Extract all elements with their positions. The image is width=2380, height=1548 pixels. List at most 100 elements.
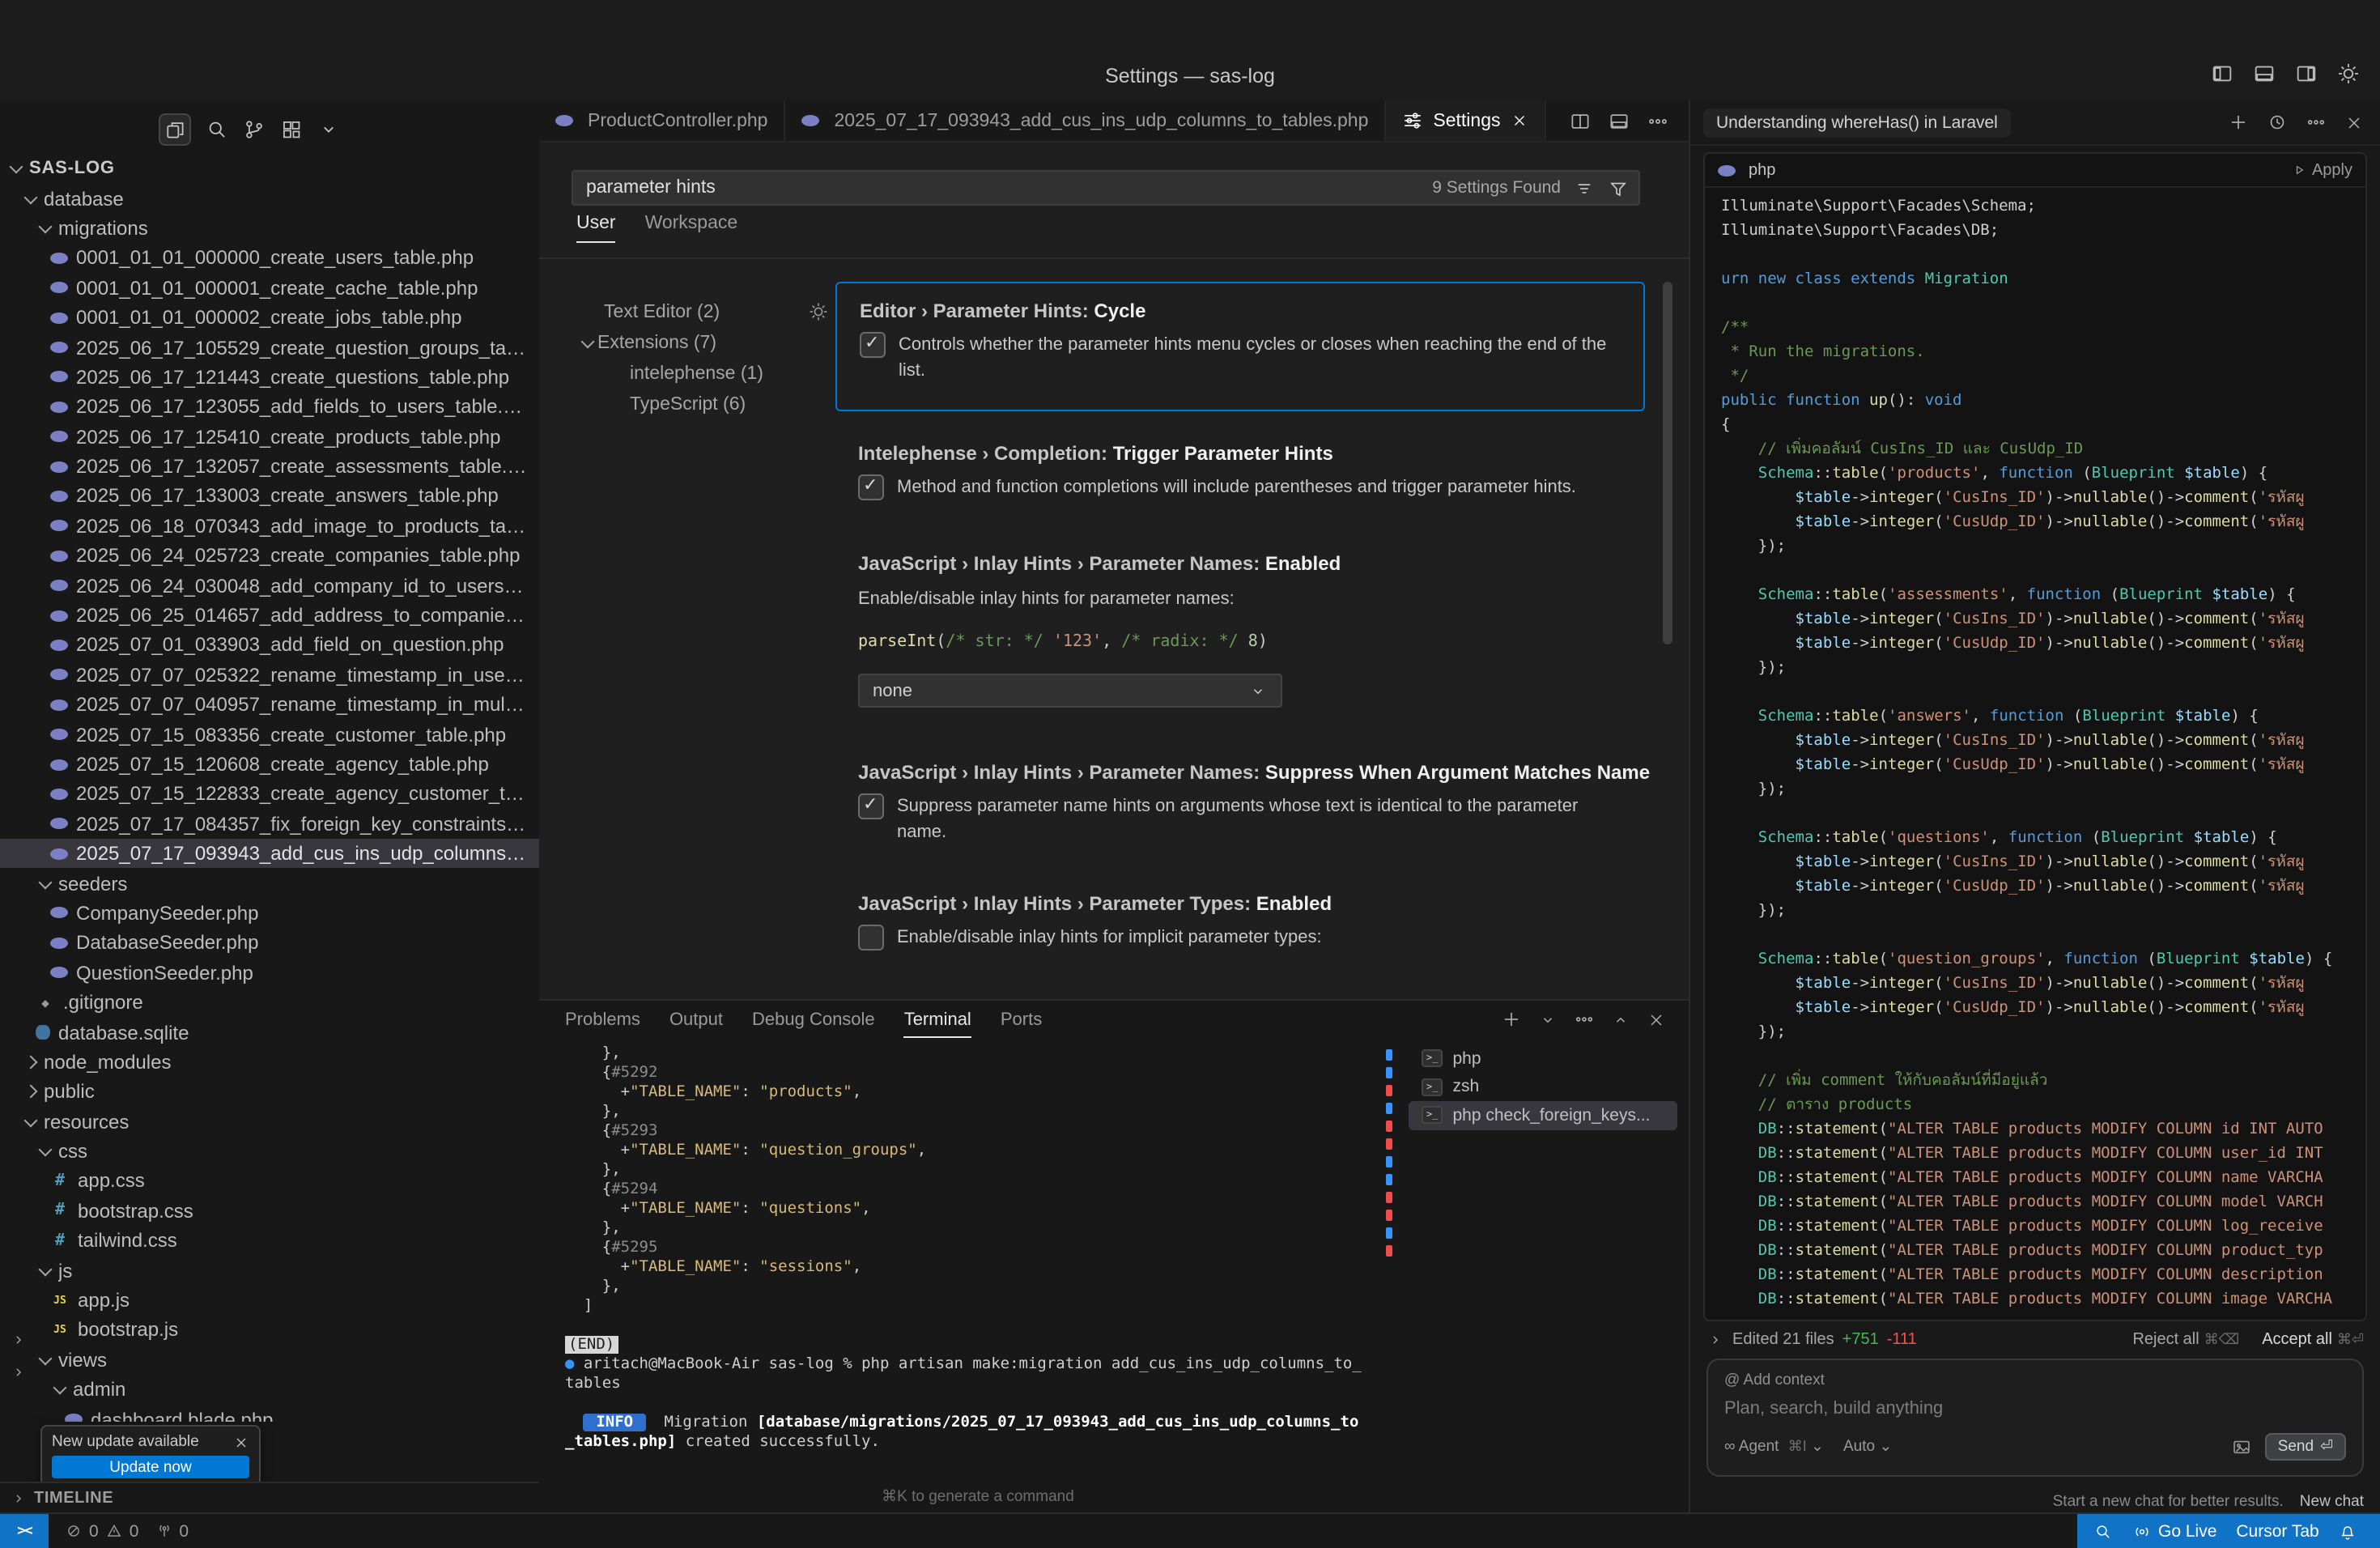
model-selector[interactable]: Auto ⌄: [1843, 1438, 1892, 1456]
settings-search-input[interactable]: [583, 176, 1419, 199]
close-icon[interactable]: [233, 1434, 249, 1450]
tree-item[interactable]: database.sqlite: [0, 1018, 539, 1048]
tree-item[interactable]: views: [0, 1345, 539, 1375]
tree-item[interactable]: 2025_06_24_025723_create_companies_table…: [0, 541, 539, 571]
tree-item[interactable]: #tailwind.css: [0, 1226, 539, 1256]
toggle-left-panel-icon[interactable]: [2210, 62, 2234, 86]
split-editor-icon[interactable]: [1569, 109, 1592, 132]
notifications-bell-icon[interactable]: [2339, 1521, 2358, 1541]
tree-item[interactable]: js: [0, 1256, 539, 1286]
go-live-button[interactable]: Go Live: [2132, 1521, 2216, 1541]
setting-parameter-hints-cycle[interactable]: Editor › Parameter Hints: Cycle Controls…: [835, 282, 1645, 411]
tree-item[interactable]: node_modules: [0, 1047, 539, 1077]
tree-item[interactable]: 2025_06_17_121443_create_questions_table…: [0, 362, 539, 392]
collapsed-section-chevron-icon[interactable]: [10, 1331, 28, 1349]
clear-filters-icon[interactable]: [1574, 177, 1595, 198]
setting-inlay-param-names-enabled[interactable]: JavaScript › Inlay Hints › Parameter Nam…: [835, 552, 1645, 708]
tree-item[interactable]: QuestionSeeder.php: [0, 958, 539, 988]
tree-item[interactable]: 2025_07_15_120608_create_agency_table.ph…: [0, 750, 539, 780]
agent-mode-selector[interactable]: ∞ Agent ⌘I ⌄: [1724, 1438, 1824, 1456]
tree-item[interactable]: 0001_01_01_000002_create_jobs_table.php: [0, 303, 539, 333]
tree-item[interactable]: 2025_07_17_093943_add_cus_ins_udp_column…: [0, 839, 539, 869]
tree-item[interactable]: 2025_06_17_123055_add_fields_to_users_ta…: [0, 392, 539, 422]
tab-output[interactable]: Output: [669, 1001, 723, 1038]
scope-tab-user[interactable]: User: [576, 214, 616, 243]
reject-all-button[interactable]: Reject all⌘⌫: [2132, 1331, 2239, 1349]
chevron-right-icon[interactable]: [1706, 1331, 1724, 1349]
timeline-section-header[interactable]: TIMELINE: [0, 1482, 539, 1512]
tab-debug-console[interactable]: Debug Console: [752, 1001, 875, 1038]
tree-item[interactable]: 2025_06_24_030048_add_company_id_to_user…: [0, 571, 539, 601]
close-icon[interactable]: [2344, 113, 2364, 132]
tree-item[interactable]: 2025_07_01_033903_add_field_on_question.…: [0, 631, 539, 661]
tree-item[interactable]: 2025_07_15_122833_create_agency_customer…: [0, 779, 539, 809]
new-chat-icon[interactable]: [2228, 112, 2249, 133]
tree-item[interactable]: DatabaseSeeder.php: [0, 928, 539, 958]
checkbox[interactable]: [858, 793, 884, 819]
more-actions-icon[interactable]: [2306, 112, 2327, 133]
new-chat-link[interactable]: New chat: [2300, 1493, 2364, 1511]
chat-tab-title[interactable]: Understanding whereHas() in Laravel: [1703, 108, 2011, 137]
tree-item[interactable]: 2025_06_17_133003_create_answers_table.p…: [0, 482, 539, 512]
maximize-panel-icon[interactable]: [1611, 1010, 1630, 1029]
remote-indicator[interactable]: ><: [0, 1514, 49, 1548]
tab-problems[interactable]: Problems: [565, 1001, 640, 1038]
close-panel-icon[interactable]: [1647, 1010, 1666, 1029]
collapsed-section-chevron-icon[interactable]: [10, 1363, 28, 1381]
tab-settings[interactable]: Settings: [1386, 100, 1545, 141]
tree-item[interactable]: #bootstrap.css: [0, 1196, 539, 1226]
tab-migration-file[interactable]: 2025_07_17_093943_add_cus_ins_udp_column…: [785, 100, 1386, 141]
chat-code-content[interactable]: Illuminate\Support\Facades\Schema;Illumi…: [1705, 188, 2365, 1318]
explorer-view-icon[interactable]: [159, 113, 191, 146]
tree-item[interactable]: ◆.gitignore: [0, 988, 539, 1018]
terminal-list-item[interactable]: >_php: [1409, 1044, 1677, 1073]
tree-item[interactable]: css: [0, 1137, 539, 1167]
accept-all-button[interactable]: Accept all⌘⏎: [2262, 1331, 2364, 1349]
setting-inlay-param-types-enabled[interactable]: JavaScript › Inlay Hints › Parameter Typ…: [835, 892, 1645, 950]
tree-item[interactable]: seeders: [0, 869, 539, 899]
source-control-icon[interactable]: [243, 118, 266, 141]
settings-toc-item[interactable]: intelephense (1): [539, 358, 801, 389]
terminal-output[interactable]: }, {#5292 +"TABLE_NAME": "products", }, …: [565, 1044, 1391, 1470]
checkbox[interactable]: [858, 474, 884, 500]
update-now-button[interactable]: Update now: [52, 1456, 249, 1478]
settings-gear-icon[interactable]: [2336, 62, 2361, 86]
scope-tab-workspace[interactable]: Workspace: [645, 214, 738, 243]
chat-input-box[interactable]: @ Add context Plan, search, build anythi…: [1706, 1359, 2364, 1477]
add-context-chip[interactable]: @ Add context: [1724, 1372, 2346, 1389]
tree-item[interactable]: #app.css: [0, 1167, 539, 1197]
terminal-list-item[interactable]: >_php check_foreign_keys...: [1409, 1101, 1677, 1129]
scrollbar[interactable]: [1663, 282, 1672, 644]
tree-item[interactable]: 2025_07_07_040957_rename_timestamp_in_mu…: [0, 690, 539, 720]
tree-item[interactable]: JSbootstrap.js: [0, 1315, 539, 1345]
setting-trigger-parameter-hints[interactable]: Intelephense › Completion: Trigger Param…: [835, 442, 1645, 500]
attach-image-icon[interactable]: [2231, 1436, 2252, 1457]
chat-input-placeholder[interactable]: Plan, search, build anything: [1724, 1399, 2346, 1418]
tree-item[interactable]: 2025_06_17_105529_create_question_groups…: [0, 333, 539, 363]
tree-item[interactable]: public: [0, 1077, 539, 1107]
apply-button[interactable]: Apply: [2291, 161, 2352, 179]
tree-item[interactable]: database: [0, 184, 539, 214]
tree-item[interactable]: 2025_06_17_125410_create_products_table.…: [0, 422, 539, 452]
problems-status[interactable]: 0 0: [65, 1521, 138, 1541]
tab-terminal[interactable]: Terminal: [904, 1001, 971, 1038]
extensions-icon[interactable]: [280, 118, 303, 141]
history-icon[interactable]: [2267, 112, 2288, 133]
tree-item[interactable]: 2025_07_15_083356_create_customer_table.…: [0, 720, 539, 750]
close-icon[interactable]: [1511, 112, 1528, 130]
checkbox[interactable]: [858, 925, 884, 950]
settings-toc-item[interactable]: TypeScript (6): [539, 389, 801, 419]
tree-item[interactable]: dashboard.blade.php: [0, 1405, 539, 1422]
tree-item[interactable]: migrations: [0, 214, 539, 244]
tree-item[interactable]: 2025_06_17_132057_create_assessments_tab…: [0, 452, 539, 482]
tree-item[interactable]: 0001_01_01_000001_create_cache_table.php: [0, 273, 539, 303]
tree-item[interactable]: 2025_07_17_084357_fix_foreign_key_constr…: [0, 809, 539, 839]
tab-productcontroller[interactable]: ProductController.php: [539, 100, 785, 141]
layout-icon[interactable]: [1608, 109, 1630, 132]
checkbox[interactable]: [860, 332, 886, 358]
new-terminal-icon[interactable]: [1501, 1009, 1522, 1030]
more-actions-icon[interactable]: [1647, 109, 1669, 132]
cursor-tab-status[interactable]: Cursor Tab: [2236, 1521, 2318, 1541]
ports-status[interactable]: 0: [155, 1521, 189, 1541]
filter-icon[interactable]: [1608, 177, 1629, 198]
